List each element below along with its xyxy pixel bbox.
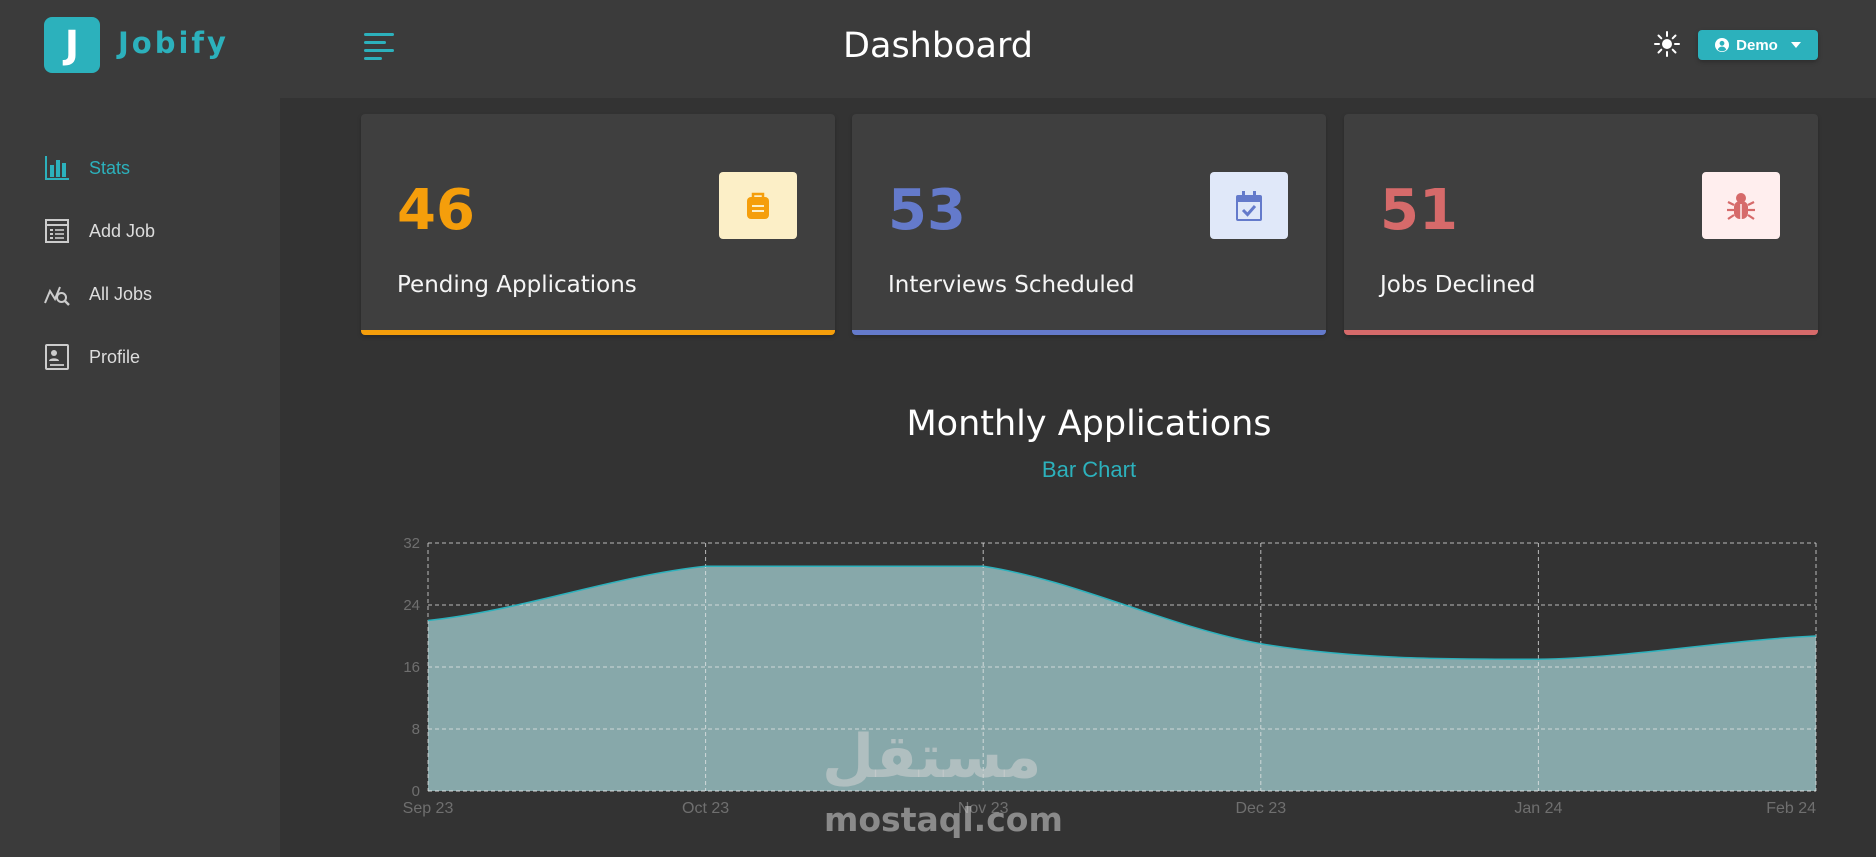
stat-label: Interviews Scheduled — [888, 272, 1135, 298]
chart-title: Monthly Applications — [906, 404, 1272, 444]
stat-count: 53 — [888, 178, 966, 243]
bug-icon — [1727, 192, 1755, 220]
sidebar-item-label: All Jobs — [89, 283, 153, 304]
stat-card-pending: 46 Pending Applications — [361, 114, 835, 335]
watermark-latin: mostaql.com — [824, 800, 1063, 839]
monthly-applications-chart: 08162432Sep 23 Oct 23 Nov 23 Dec 23 Jan 24 Fe… — [403, 535, 1817, 817]
x-tick-label: Jan 24 — [1514, 800, 1562, 817]
stat-count: 51 — [1380, 178, 1458, 243]
sidebar-item-all-jobs[interactable]: All Jobs — [44, 279, 152, 309]
x-tick-label: Sep 23 — [403, 800, 454, 817]
sidebar-item-label: Stats — [89, 157, 131, 178]
top-navbar: J Jobify Dashboard Demo — [0, 0, 1876, 98]
sidebar-item-profile[interactable]: Profile — [44, 342, 140, 372]
theme-toggle-button[interactable] — [1652, 29, 1682, 59]
stat-icon-box — [719, 172, 797, 239]
card-accent-bar — [852, 330, 1326, 335]
x-tick-label: Feb 24 — [1766, 800, 1816, 817]
stat-icon-box — [1702, 172, 1780, 239]
y-tick-label: 32 — [403, 535, 420, 552]
stat-label: Jobs Declined — [1380, 272, 1536, 298]
series-area — [428, 566, 1816, 791]
x-tick-label: Oct 23 — [682, 800, 729, 817]
sidebar-item-add-job[interactable]: Add Job — [44, 216, 155, 246]
sidebar-item-label: Profile — [89, 346, 141, 367]
x-tick-label: Dec 23 — [1235, 800, 1286, 817]
stats-icon — [45, 156, 69, 180]
card-accent-bar — [361, 330, 835, 335]
y-tick-label: 24 — [403, 597, 420, 614]
card-accent-bar — [1344, 330, 1818, 335]
sidebar: Stats Add Job All Jobs Profile — [0, 98, 280, 857]
user-name: Demo — [1736, 36, 1778, 54]
chart-type-toggle[interactable]: Bar Chart — [280, 457, 1876, 483]
user-menu-button[interactable]: Demo — [1698, 30, 1818, 60]
add-job-icon — [45, 219, 69, 243]
profile-icon — [45, 344, 69, 370]
caret-down-icon — [1790, 42, 1801, 48]
user-circle-icon — [1715, 38, 1730, 52]
stat-count: 46 — [397, 178, 475, 243]
stat-icon-box — [1210, 172, 1288, 239]
stat-label: Pending Applications — [397, 272, 637, 298]
y-tick-label: 0 — [412, 783, 420, 800]
calendar-check-icon — [1236, 190, 1262, 221]
y-tick-label: 8 — [412, 721, 420, 738]
briefcase-icon — [747, 192, 769, 219]
y-tick-label: 16 — [403, 659, 420, 676]
stat-card-interviews: 53 Interviews Scheduled — [852, 114, 1326, 335]
all-jobs-icon — [44, 286, 70, 306]
sidebar-item-label: Add Job — [89, 220, 156, 241]
stat-card-declined: 51 Jobs Declined — [1344, 114, 1818, 335]
page-title: Dashboard — [843, 26, 1033, 66]
watermark-arabic: مستقل — [822, 722, 1042, 792]
sun-icon — [1654, 31, 1680, 57]
sidebar-item-stats[interactable]: Stats — [44, 153, 130, 183]
